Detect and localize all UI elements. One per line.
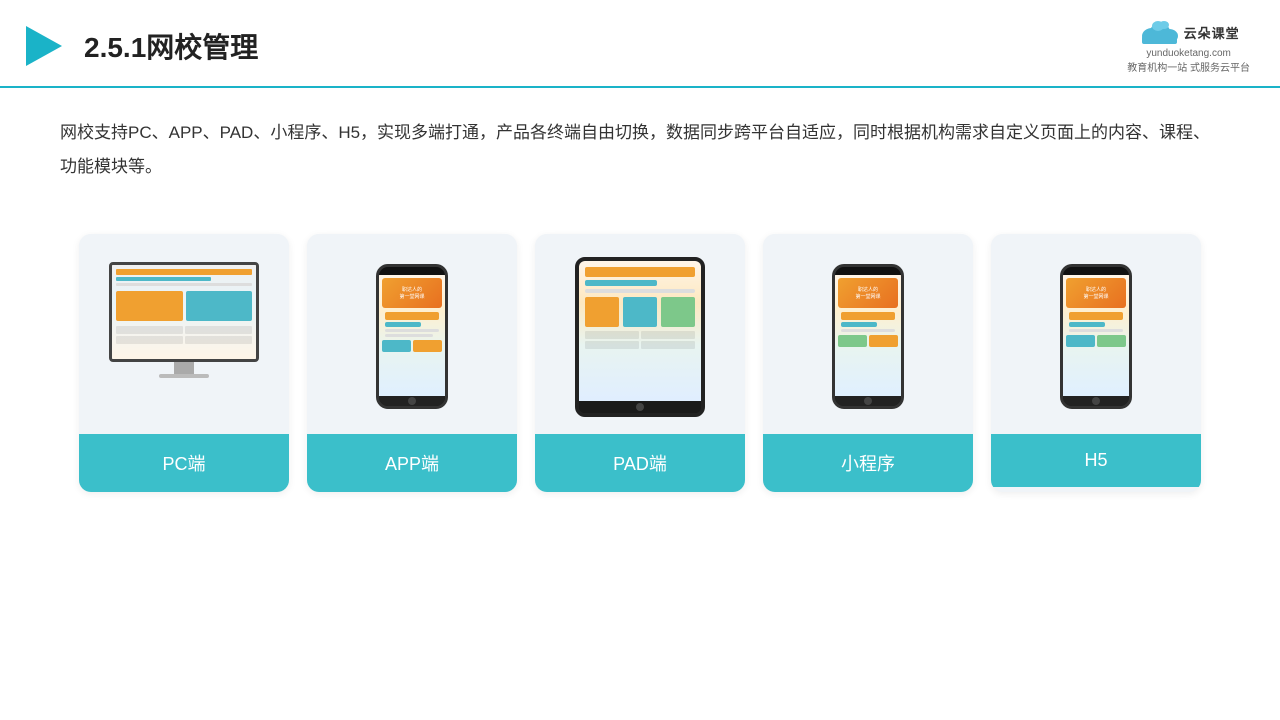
phone-screen-bar2-m bbox=[841, 322, 877, 327]
card-label-pad: PAD端 bbox=[535, 434, 745, 492]
header: 2.5.1网校管理 云朵课堂 yunduoketang.com 教育机构一站 式… bbox=[0, 0, 1280, 88]
phone-screen-app: 职达人的第一堂网课 bbox=[379, 275, 445, 396]
phone-home-dot-miniapp bbox=[864, 397, 872, 405]
card-image-area-pad bbox=[535, 234, 745, 434]
phone-screen-h5: 职达人的第一堂网课 bbox=[1063, 275, 1129, 396]
card-label-pc: PC端 bbox=[79, 434, 289, 492]
screen-cell bbox=[641, 341, 695, 349]
tablet-grid bbox=[585, 331, 695, 349]
tablet-bar1 bbox=[585, 267, 695, 277]
logo-sub: yunduoketang.com 教育机构一站 式服务云平台 bbox=[1127, 48, 1250, 74]
phone-screen-bar3-m bbox=[841, 329, 895, 332]
phone-img-block-h5: 职达人的第一堂网课 bbox=[1066, 278, 1126, 308]
cloud-icon bbox=[1138, 18, 1180, 46]
phone-notch-h5 bbox=[1081, 267, 1111, 275]
tablet-home-dot bbox=[636, 403, 644, 411]
screen-cell bbox=[185, 326, 252, 334]
screen-cell bbox=[116, 326, 183, 334]
card-image-area-app: 职达人的第一堂网课 bbox=[307, 234, 517, 434]
play-icon bbox=[20, 22, 68, 70]
tablet-mockup bbox=[575, 257, 705, 417]
phone-img-block-miniapp: 职达人的第一堂网课 bbox=[838, 278, 898, 308]
card-app: 职达人的第一堂网课 APP端 bbox=[307, 234, 517, 492]
pc-bar3 bbox=[116, 283, 252, 286]
tablet-bar2 bbox=[585, 280, 657, 286]
phone-home-btn bbox=[379, 396, 445, 406]
card-label-app: APP端 bbox=[307, 434, 517, 492]
pc-bar2 bbox=[116, 277, 211, 281]
card-image-area-h5: 职达人的第一堂网课 bbox=[991, 234, 1201, 434]
card-pad: PAD端 bbox=[535, 234, 745, 492]
logo-text: 云朵课堂 bbox=[1184, 23, 1240, 42]
screen-cell bbox=[185, 336, 252, 344]
cards-container: PC端 职达人的第一堂网课 bbox=[0, 204, 1280, 512]
logo-area: 云朵课堂 yunduoketang.com 教育机构一站 式服务云平台 bbox=[1127, 18, 1250, 74]
pc-stand bbox=[174, 362, 194, 374]
screen-cell bbox=[641, 331, 695, 339]
phone-mini-content: 职达人的第一堂网课 bbox=[379, 275, 445, 355]
pc-bar1 bbox=[116, 269, 252, 275]
phone-img-text: 职达人的第一堂网课 bbox=[399, 286, 424, 300]
logo-cloud: 云朵课堂 bbox=[1138, 18, 1240, 46]
phone-screen-bar-h5 bbox=[1069, 312, 1123, 320]
card-image-area-pc bbox=[79, 234, 289, 434]
tablet-home bbox=[579, 401, 701, 413]
screen-grid bbox=[116, 326, 252, 344]
page-title: 2.5.1网校管理 bbox=[84, 26, 258, 66]
phone-notch-miniapp bbox=[853, 267, 883, 275]
pc-base bbox=[159, 374, 209, 378]
pc-screen bbox=[109, 262, 259, 362]
card-label-miniapp: 小程序 bbox=[763, 434, 973, 492]
screen-cell bbox=[585, 341, 639, 349]
phone-mini-content-h5: 职达人的第一堂网课 bbox=[1063, 275, 1129, 350]
tablet-bar3 bbox=[585, 289, 695, 293]
phone-notch bbox=[397, 267, 427, 275]
phone-home-dot-h5 bbox=[1092, 397, 1100, 405]
description-text: 网校支持PC、APP、PAD、小程序、H5，实现多端打通，产品各终端自由切换，数… bbox=[60, 123, 1210, 176]
phone-screen-miniapp: 职达人的第一堂网课 bbox=[835, 275, 901, 396]
phone-home-btn-h5 bbox=[1063, 396, 1129, 406]
pc-mockup bbox=[99, 262, 269, 412]
phone-screen-bar2 bbox=[385, 322, 421, 327]
phone-screen-bar3 bbox=[385, 329, 439, 332]
phone-screen-bar2-h5 bbox=[1069, 322, 1105, 327]
description: 网校支持PC、APP、PAD、小程序、H5，实现多端打通，产品各终端自由切换，数… bbox=[0, 88, 1280, 194]
phone-img-text-miniapp: 职达人的第一堂网课 bbox=[855, 286, 880, 300]
screen-cell bbox=[585, 331, 639, 339]
card-label-h5: H5 bbox=[991, 434, 1201, 487]
tablet-screen bbox=[579, 261, 701, 401]
phone-screen-bar3b bbox=[385, 334, 433, 337]
phone-mockup-h5: 职达人的第一堂网课 bbox=[1060, 264, 1132, 409]
header-left: 2.5.1网校管理 bbox=[20, 22, 258, 70]
card-pc: PC端 bbox=[79, 234, 289, 492]
phone-screen-bar-m bbox=[841, 312, 895, 320]
phone-home-dot bbox=[408, 397, 416, 405]
phone-img-block: 职达人的第一堂网课 bbox=[382, 278, 442, 308]
pc-screen-content bbox=[112, 265, 256, 359]
screen-cell bbox=[116, 336, 183, 344]
phone-mini-content-miniapp: 职达人的第一堂网课 bbox=[835, 275, 901, 350]
card-h5: 职达人的第一堂网课 H5 bbox=[991, 234, 1201, 492]
card-miniapp: 职达人的第一堂网课 小程序 bbox=[763, 234, 973, 492]
phone-img-text-h5: 职达人的第一堂网课 bbox=[1083, 286, 1108, 300]
phone-mockup-miniapp: 职达人的第一堂网课 bbox=[832, 264, 904, 409]
phone-screen-bar3-h5 bbox=[1069, 329, 1123, 332]
card-image-area-miniapp: 职达人的第一堂网课 bbox=[763, 234, 973, 434]
phone-mockup-app: 职达人的第一堂网课 bbox=[376, 264, 448, 409]
phone-screen-bar bbox=[385, 312, 439, 320]
phone-home-btn-miniapp bbox=[835, 396, 901, 406]
